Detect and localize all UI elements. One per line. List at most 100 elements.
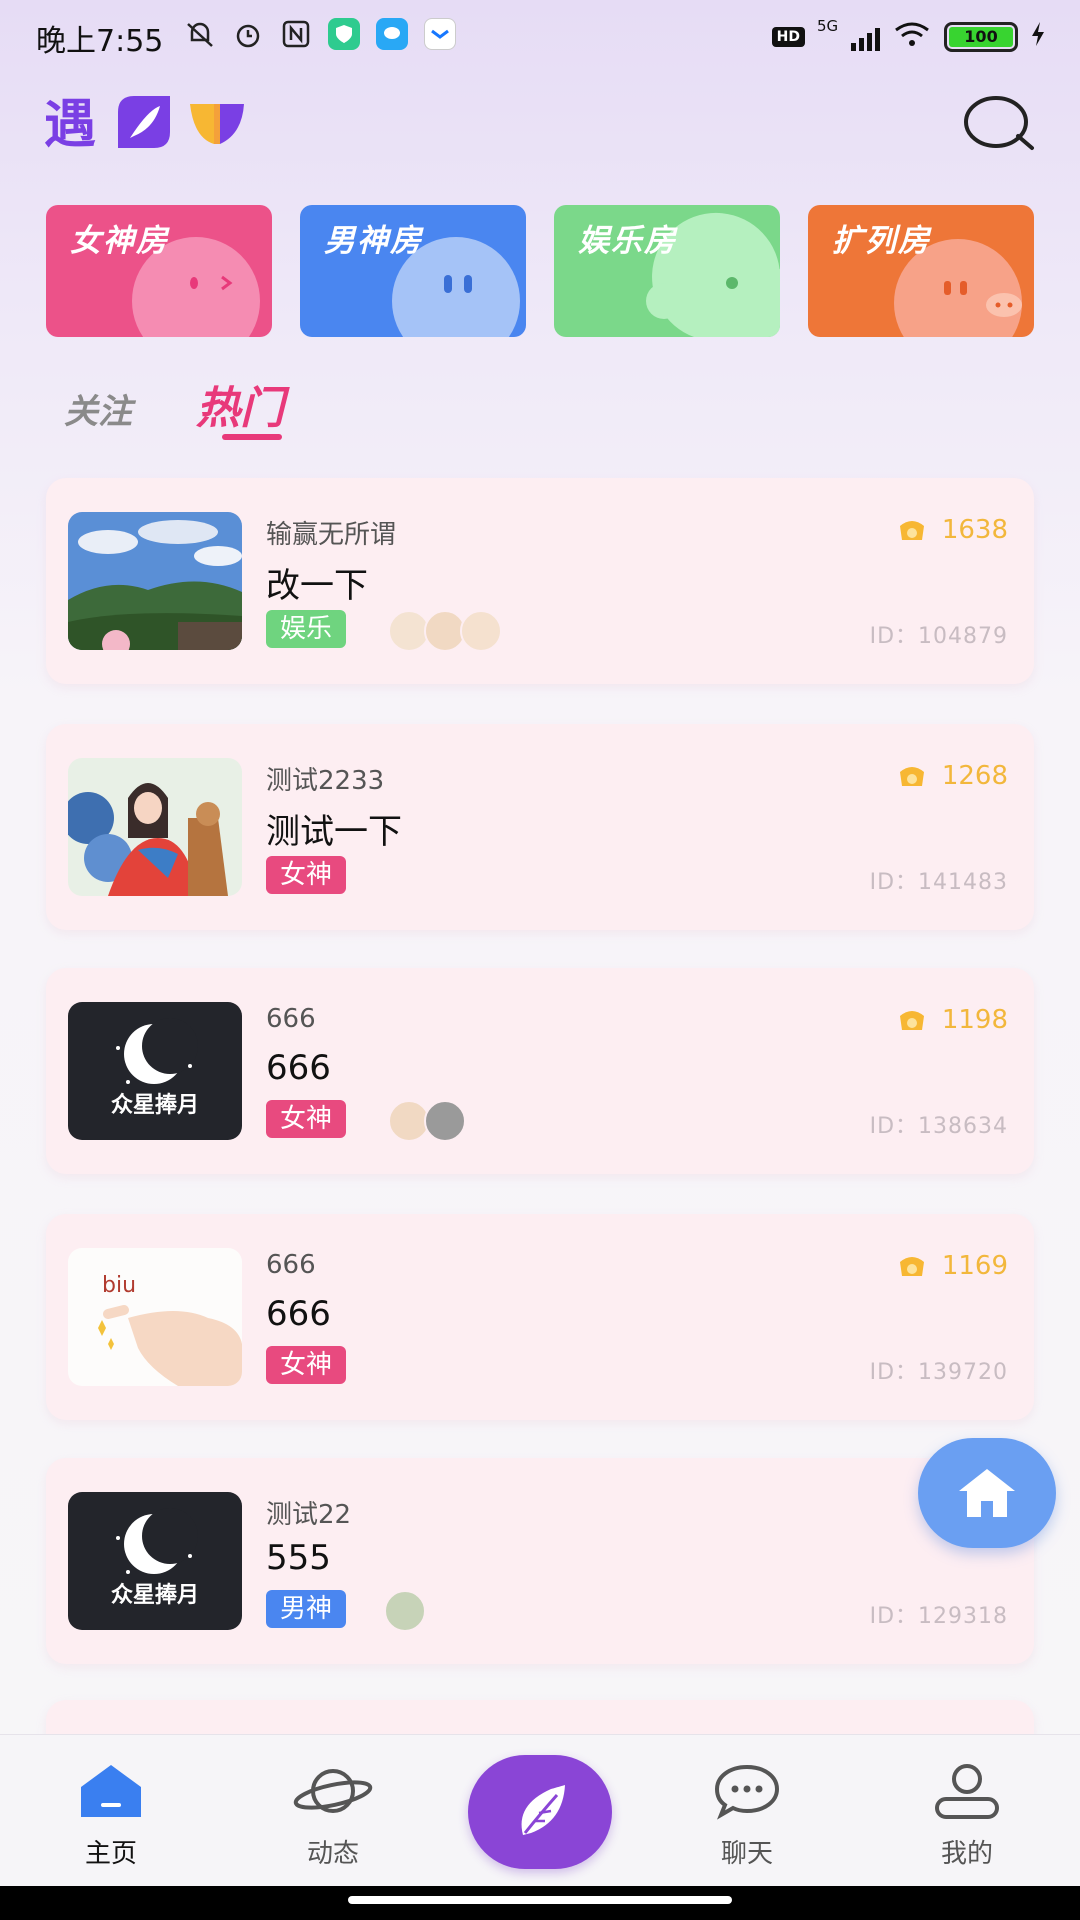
- room-category-label: 女神房: [70, 223, 169, 259]
- room-owner: 666: [266, 1250, 316, 1280]
- room-id: ID：138634: [869, 1114, 1008, 1139]
- search-icon: [964, 96, 1034, 150]
- nav-moments[interactable]: 动态: [268, 1761, 398, 1871]
- status-bar: 晚上7:55 HD 5G 100: [0, 0, 1080, 72]
- room-tag: 女神: [266, 1346, 347, 1384]
- leaf-icon: [521, 1785, 565, 1835]
- charging-icon: [1030, 21, 1046, 52]
- room-card[interactable]: 测试2233 测试一下 女神 1268 ID：141483: [46, 724, 1034, 930]
- room-tag: 女神: [266, 856, 347, 894]
- room-id: ID：129318: [869, 1604, 1008, 1629]
- nav-label: 动态: [306, 1839, 359, 1869]
- network-type: 5G: [817, 16, 839, 35]
- bottom-nav: 主页 动态 聊天 我的: [0, 1734, 1080, 1886]
- room-card[interactable]: 众星捧月 测试22 555 男神 ID：129318: [46, 1458, 1034, 1664]
- room-member-avatars: [384, 1590, 426, 1632]
- hd-badge: HD: [771, 26, 805, 47]
- status-icons-right: HD 5G 100: [771, 17, 1046, 53]
- chat-icon: [714, 1764, 780, 1820]
- status-icons-left: [184, 18, 456, 50]
- nav-home[interactable]: 主页: [46, 1761, 176, 1871]
- battery-icon: 100: [944, 21, 1018, 52]
- room-cover-image: [68, 512, 242, 650]
- room-member-avatars: [388, 1100, 466, 1142]
- mute-icon: [184, 18, 216, 50]
- center-action-button[interactable]: [468, 1755, 612, 1869]
- avatar: [384, 1590, 426, 1632]
- room-category-row: 女神房 男神房 娱乐房 扩列房: [46, 205, 1034, 337]
- crown-icon: [899, 1257, 924, 1276]
- room-card[interactable]: 输赢无所谓 改一下 娱乐 1638 ID：104879: [46, 478, 1034, 684]
- nav-profile[interactable]: 我的: [902, 1761, 1032, 1871]
- room-tag: 娱乐: [266, 610, 347, 648]
- alarm-icon: [232, 18, 264, 50]
- room-cover-image: 众星捧月: [68, 1492, 242, 1630]
- room-category-god[interactable]: 男神房: [300, 205, 526, 337]
- nav-label: 主页: [84, 1839, 137, 1869]
- avatar: [424, 1100, 466, 1142]
- battery-level: 100: [949, 26, 1013, 47]
- search-button[interactable]: [962, 92, 1038, 156]
- cover-caption: 众星捧月: [111, 1092, 199, 1118]
- room-title: 改一下: [266, 566, 368, 606]
- room-id: ID：139720: [869, 1360, 1008, 1385]
- room-hot: 1198: [896, 1004, 1008, 1036]
- crown-icon: [899, 767, 924, 786]
- room-owner: 测试2233: [266, 766, 385, 796]
- room-member-avatars: [388, 610, 502, 652]
- room-card[interactable]: biu 666 666 女神 1169 ID：139720: [46, 1214, 1034, 1420]
- room-category-entertainment[interactable]: 娱乐房: [554, 205, 780, 337]
- hot-count: 1169: [941, 1251, 1008, 1281]
- room-card[interactable]: 众星捧月 666 666 女神 1198 ID：138634: [46, 968, 1034, 1174]
- logo-text: 遇: [44, 95, 96, 155]
- cover-caption: 众星捧月: [111, 1582, 199, 1608]
- crown-icon: [899, 521, 924, 540]
- room-cover-image: biu: [68, 1248, 242, 1386]
- room-tag: 男神: [266, 1590, 347, 1628]
- nav-label: 聊天: [720, 1839, 773, 1869]
- message-app-icon: [376, 18, 408, 50]
- room-title: 666: [266, 1048, 331, 1088]
- nav-label: 我的: [940, 1839, 993, 1869]
- room-tag: 女神: [266, 1100, 347, 1138]
- signal-icon: 5G: [817, 17, 880, 51]
- room-category-label: 男神房: [324, 223, 423, 259]
- room-hot: 1268: [896, 760, 1008, 792]
- profile-icon: [935, 1764, 999, 1819]
- room-category-goddess[interactable]: 女神房: [46, 205, 272, 337]
- wifi-icon: [892, 20, 932, 53]
- room-title: 666: [266, 1294, 331, 1334]
- room-category-expand[interactable]: 扩列房: [808, 205, 1034, 337]
- tab-follow[interactable]: 关注: [64, 384, 132, 433]
- hot-count: 1638: [941, 515, 1008, 545]
- home-icon: [81, 1765, 141, 1817]
- hot-count: 1198: [941, 1005, 1008, 1035]
- room-id: ID：141483: [869, 870, 1008, 895]
- room-category-label: 扩列房: [832, 223, 931, 259]
- status-time: 晚上7:55: [36, 24, 164, 59]
- room-owner: 测试22: [266, 1500, 352, 1530]
- tab-active-indicator: [222, 434, 282, 440]
- room-category-label: 娱乐房: [578, 223, 677, 259]
- avatar: [460, 610, 502, 652]
- room-cover-image: [68, 758, 242, 896]
- mail-app-icon: [424, 18, 456, 50]
- planet-icon: [293, 1769, 373, 1813]
- room-cover-image: 众星捧月: [68, 1002, 242, 1140]
- app-logo: 遇: [44, 88, 274, 158]
- cover-caption: biu: [102, 1273, 136, 1298]
- crown-icon: [899, 1011, 924, 1030]
- tab-hot[interactable]: 热门: [196, 372, 284, 436]
- hot-count: 1268: [941, 761, 1008, 791]
- room-title: 555: [266, 1538, 331, 1578]
- nav-chat[interactable]: 聊天: [682, 1761, 812, 1871]
- room-hot: 1169: [896, 1250, 1008, 1282]
- nfc-icon: [280, 18, 312, 50]
- room-title: 测试一下: [266, 812, 402, 852]
- room-hot: 1638: [896, 514, 1008, 546]
- security-app-icon: [328, 18, 360, 50]
- floating-home-button[interactable]: [918, 1438, 1056, 1548]
- room-id: ID：104879: [869, 624, 1008, 649]
- home-indicator[interactable]: [348, 1896, 732, 1904]
- room-owner: 输赢无所谓: [266, 520, 397, 550]
